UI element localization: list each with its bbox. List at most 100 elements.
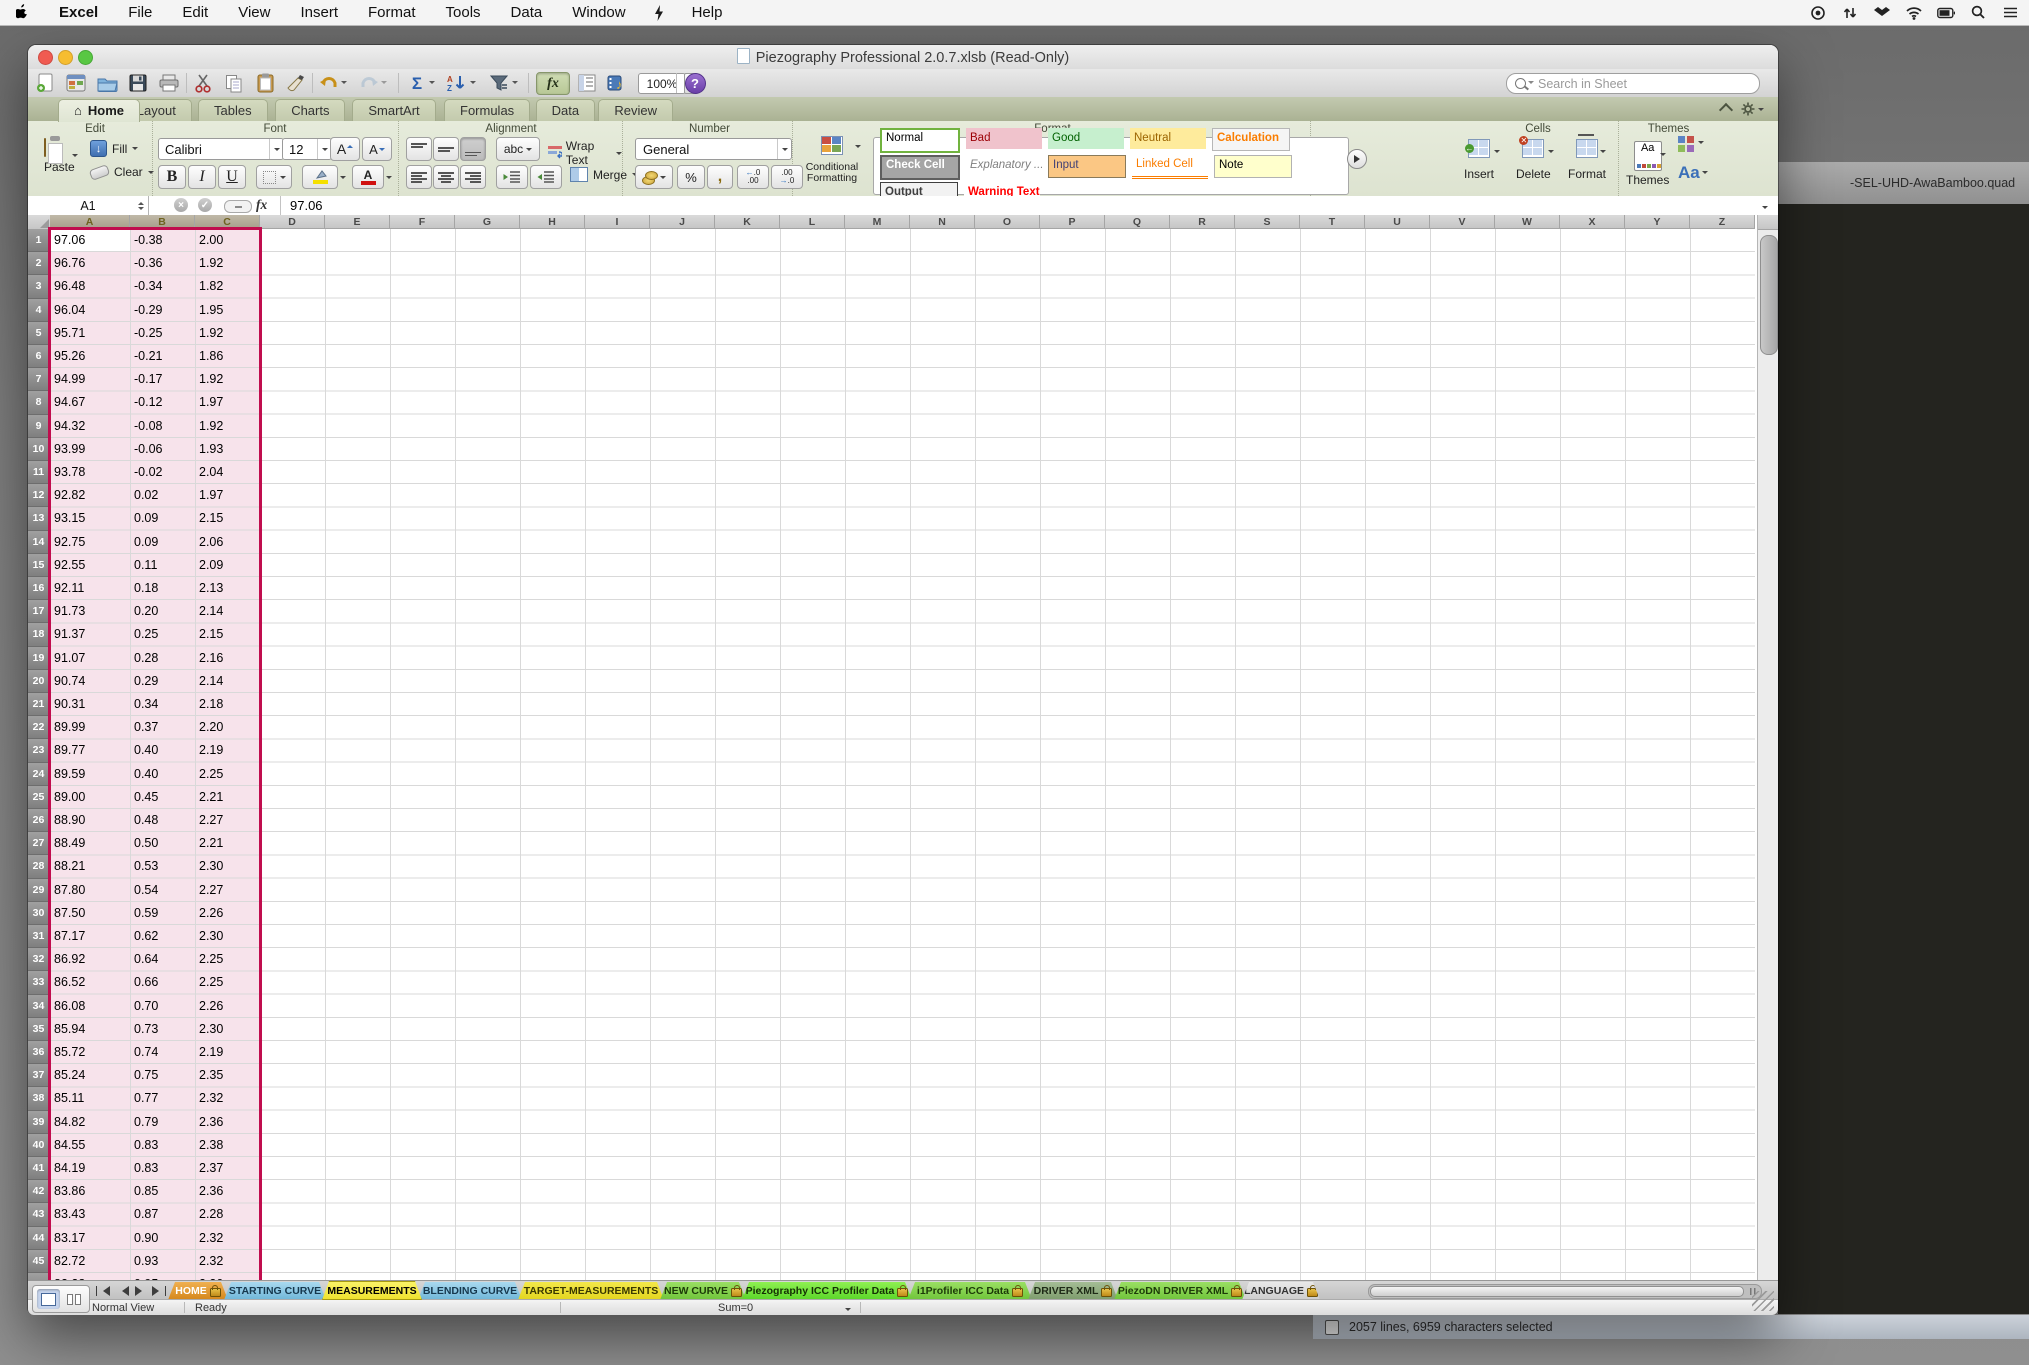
cell-A32[interactable]: 86.92	[54, 948, 126, 971]
cell-B12[interactable]: 0.02	[134, 484, 191, 507]
font-size-select[interactable]: 12	[282, 138, 332, 160]
cell-A17[interactable]: 91.73	[54, 600, 126, 623]
sheet-tab-piezodn-driver-xml[interactable]: PiezoDN DRIVER XML	[1114, 1282, 1246, 1300]
cell-C29[interactable]: 2.27	[199, 879, 256, 902]
horizontal-scrollbar-thumb[interactable]	[1370, 1286, 1744, 1297]
cell-A9[interactable]: 94.32	[54, 415, 126, 438]
cell-A42[interactable]: 83.86	[54, 1180, 126, 1203]
cell-B35[interactable]: 0.73	[134, 1018, 191, 1041]
cell-A21[interactable]: 90.31	[54, 693, 126, 716]
cell-C9[interactable]: 1.92	[199, 415, 256, 438]
cell-C23[interactable]: 2.19	[199, 739, 256, 762]
cell-B14[interactable]: 0.09	[134, 531, 191, 554]
cell-A23[interactable]: 89.77	[54, 739, 126, 762]
menu-item-data[interactable]: Data	[511, 4, 543, 21]
cell-C33[interactable]: 2.25	[199, 971, 256, 994]
row-header-15[interactable]: 15	[28, 553, 50, 577]
cell-A4[interactable]: 96.04	[54, 299, 126, 322]
cell-A38[interactable]: 85.11	[54, 1087, 126, 1110]
sheet-tab-piezography-icc-profiler-data[interactable]: Piezography ICC Profiler Data	[742, 1282, 912, 1300]
cell-B34[interactable]: 0.70	[134, 995, 191, 1018]
fill-button[interactable]: ↓ Fill	[90, 140, 139, 157]
align-left-button[interactable]	[406, 165, 432, 189]
formula-bar-expand-caret[interactable]	[1762, 206, 1768, 212]
cell-B10[interactable]: -0.06	[134, 438, 191, 461]
row-header-45[interactable]: 45	[28, 1249, 50, 1273]
row-header-18[interactable]: 18	[28, 623, 50, 647]
column-header-E[interactable]: E	[325, 215, 390, 229]
row-header-29[interactable]: 29	[28, 878, 50, 902]
cell-C17[interactable]: 2.14	[199, 600, 256, 623]
comma-format-button[interactable]: ,	[707, 165, 733, 189]
zoom-control[interactable]: 100%	[638, 73, 698, 94]
cell-A1[interactable]: 97.06	[54, 229, 126, 252]
undo-dropdown-caret[interactable]	[341, 81, 347, 87]
sheet-tab-blending-curve[interactable]: BLENDING CURVE	[418, 1282, 522, 1300]
save-icon[interactable]	[127, 72, 149, 94]
cell-C8[interactable]: 1.97	[199, 391, 256, 414]
sheet-tab-target-measurements[interactable]: TARGET-MEASUREMENTS	[518, 1282, 664, 1300]
row-header-10[interactable]: 10	[28, 437, 50, 461]
cell-B17[interactable]: 0.20	[134, 600, 191, 623]
menu-item-window[interactable]: Window	[572, 4, 625, 21]
cell-C13[interactable]: 2.15	[199, 507, 256, 530]
column-header-Q[interactable]: Q	[1105, 215, 1170, 229]
insert-cells-button[interactable]: ← Insert	[1464, 139, 1500, 181]
filter-dropdown-caret[interactable]	[512, 81, 518, 87]
menu-item-edit[interactable]: Edit	[182, 4, 208, 21]
cell-B20[interactable]: 0.29	[134, 670, 191, 693]
row-header-46[interactable]: 46	[28, 1273, 50, 1280]
cell-B9[interactable]: -0.08	[134, 415, 191, 438]
cell-A15[interactable]: 92.55	[54, 554, 126, 577]
ribbon-tab-data[interactable]: Data	[535, 99, 596, 122]
column-header-Y[interactable]: Y	[1625, 215, 1690, 229]
menu-item-format[interactable]: Format	[368, 4, 416, 21]
cell-A24[interactable]: 89.59	[54, 763, 126, 786]
grow-font-button[interactable]: A	[330, 137, 360, 161]
number-format-select[interactable]: General	[635, 138, 792, 160]
cell-A41[interactable]: 84.19	[54, 1157, 126, 1180]
sheet-tab-home[interactable]: HOME	[168, 1282, 228, 1300]
cell-A45[interactable]: 82.72	[54, 1250, 126, 1273]
print-icon[interactable]	[158, 72, 180, 94]
row-header-1[interactable]: 1	[28, 229, 50, 253]
cell-A16[interactable]: 92.11	[54, 577, 126, 600]
cell-C22[interactable]: 2.20	[199, 716, 256, 739]
cell-B25[interactable]: 0.45	[134, 786, 191, 809]
row-header-8[interactable]: 8	[28, 391, 50, 415]
column-header-M[interactable]: M	[845, 215, 910, 229]
cell-C26[interactable]: 2.27	[199, 809, 256, 832]
cell-A22[interactable]: 89.99	[54, 716, 126, 739]
column-header-R[interactable]: R	[1170, 215, 1235, 229]
cell-C2[interactable]: 1.92	[199, 252, 256, 275]
menu-item-excel[interactable]: Excel	[59, 4, 98, 21]
column-header-T[interactable]: T	[1300, 215, 1365, 229]
cell-B33[interactable]: 0.66	[134, 971, 191, 994]
cell-B11[interactable]: -0.02	[134, 461, 191, 484]
paste-button[interactable]: Paste	[44, 138, 78, 174]
ribbon-tab-review[interactable]: Review	[598, 99, 674, 122]
font-color-button[interactable]: A	[352, 165, 384, 189]
media-browser-icon[interactable]: ♪	[606, 72, 628, 94]
increase-indent-button[interactable]	[530, 165, 562, 189]
cell-B5[interactable]: -0.25	[134, 322, 191, 345]
sort-icon[interactable]: AZ	[446, 72, 468, 94]
ribbon-tab-smartart[interactable]: SmartArt	[352, 99, 436, 122]
undo-icon[interactable]	[318, 72, 340, 94]
themes-button[interactable]: Aa Themes	[1626, 138, 1669, 187]
conditional-formatting-button[interactable]: Conditional Formatting	[799, 136, 865, 184]
row-header-7[interactable]: 7	[28, 368, 50, 392]
autosum-dropdown-caret[interactable]	[429, 81, 435, 87]
cell-A11[interactable]: 93.78	[54, 461, 126, 484]
cell-B39[interactable]: 0.79	[134, 1111, 191, 1134]
ribbon-settings-gear-icon[interactable]	[1741, 102, 1764, 116]
row-header-9[interactable]: 9	[28, 414, 50, 438]
cell-C40[interactable]: 2.38	[199, 1134, 256, 1157]
cell-A19[interactable]: 91.07	[54, 647, 126, 670]
cell-A27[interactable]: 88.49	[54, 832, 126, 855]
cell-A40[interactable]: 84.55	[54, 1134, 126, 1157]
font-family-select[interactable]: Calibri	[158, 138, 284, 160]
cell-C38[interactable]: 2.32	[199, 1087, 256, 1110]
sort-dropdown-caret[interactable]	[470, 81, 476, 87]
ribbon-tab-tables[interactable]: Tables	[198, 99, 268, 122]
